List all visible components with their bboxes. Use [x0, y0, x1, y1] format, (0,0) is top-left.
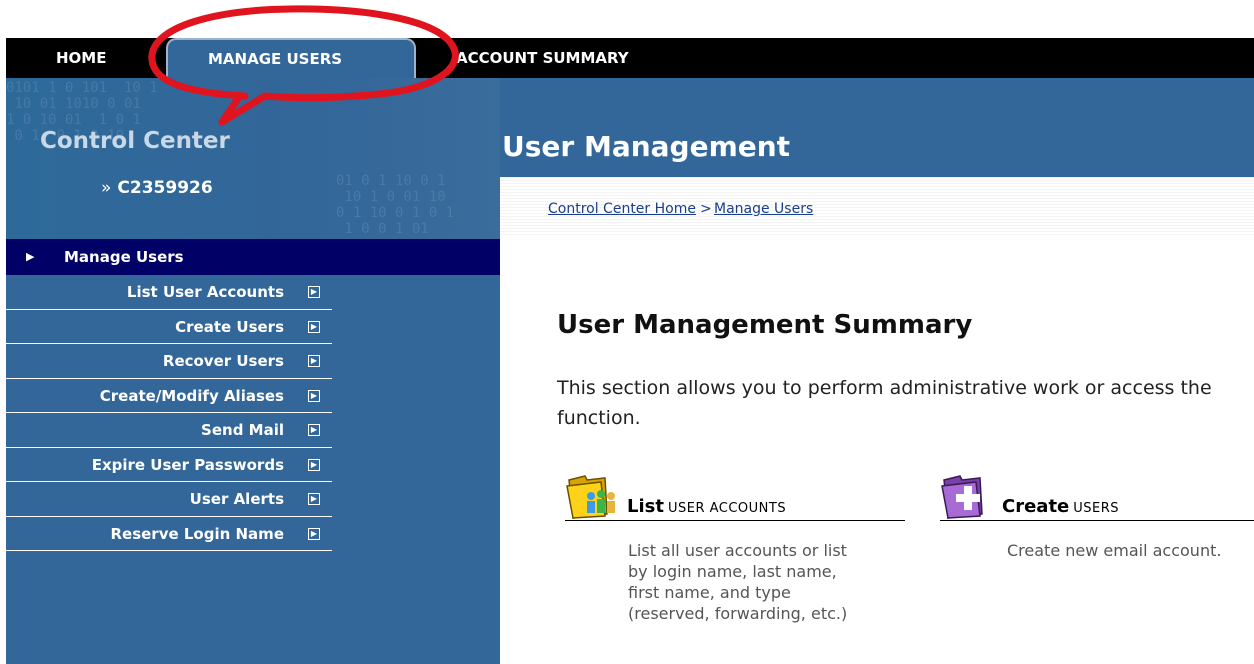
red-annotation-circle — [148, 5, 459, 126]
